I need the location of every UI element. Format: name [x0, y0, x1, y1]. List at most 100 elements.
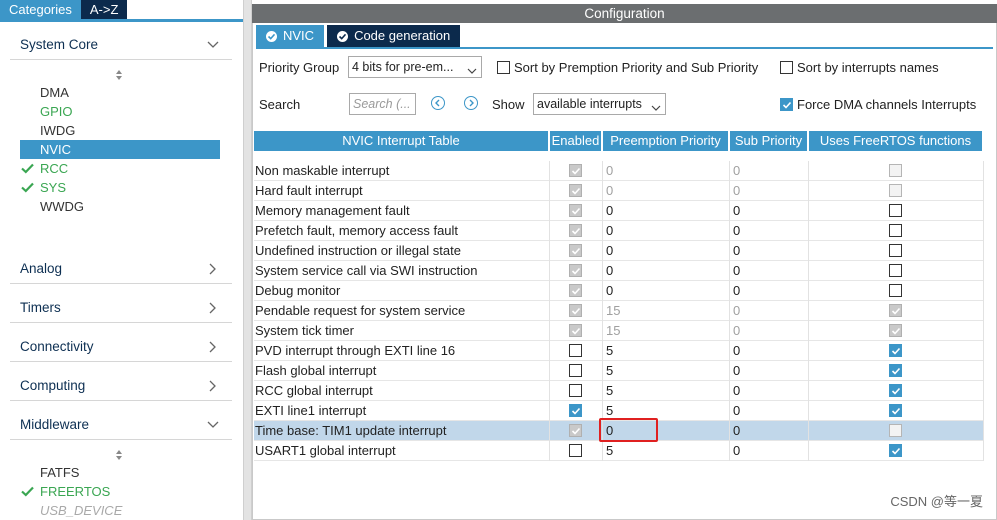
peripheral-item-freertos[interactable]: FREERTOS: [20, 482, 220, 501]
priority-group-select[interactable]: 4 bits for pre-em...: [348, 56, 482, 78]
sub-priority-cell[interactable]: 0: [730, 221, 809, 241]
column-header[interactable]: Preemption Priority: [603, 131, 730, 151]
enabled-checkbox[interactable]: [569, 184, 582, 197]
peripheral-item-wwdg[interactable]: WWDG: [20, 197, 220, 216]
sub-priority-cell[interactable]: 0: [730, 301, 809, 321]
search-prev-icon[interactable]: [431, 96, 445, 110]
peripheral-item-fatfs[interactable]: FATFS: [20, 463, 220, 482]
group-middleware[interactable]: Middleware: [10, 410, 232, 440]
table-row[interactable]: System tick timer 15 0: [254, 321, 984, 341]
table-row[interactable]: System service call via SWI instruction 0…: [254, 261, 984, 281]
enabled-checkbox[interactable]: [569, 304, 582, 317]
preemption-priority-cell[interactable]: 0: [603, 281, 730, 301]
freertos-checkbox[interactable]: [889, 184, 902, 197]
sub-priority-cell[interactable]: 0: [730, 261, 809, 281]
column-header[interactable]: NVIC Interrupt Table: [254, 131, 550, 151]
table-row[interactable]: RCC global interrupt 5 0: [254, 381, 984, 401]
preemption-priority-cell[interactable]: 0: [603, 261, 730, 281]
enabled-checkbox[interactable]: [569, 244, 582, 257]
group-connectivity[interactable]: Connectivity: [10, 332, 232, 362]
freertos-checkbox[interactable]: [889, 264, 902, 277]
sub-priority-cell[interactable]: 0: [730, 361, 809, 381]
sub-priority-cell[interactable]: 0: [730, 321, 809, 341]
enabled-checkbox[interactable]: [569, 264, 582, 277]
enabled-checkbox[interactable]: [569, 344, 582, 357]
table-row[interactable]: Prefetch fault, memory access fault 0 0: [254, 221, 984, 241]
group-analog[interactable]: Analog: [10, 254, 232, 284]
tab-nvic[interactable]: NVIC: [256, 25, 325, 47]
force-dma-checkbox[interactable]: [780, 98, 793, 111]
enabled-checkbox[interactable]: [569, 424, 582, 437]
peripheral-item-sys[interactable]: SYS: [20, 178, 220, 197]
sub-priority-cell[interactable]: 0: [730, 241, 809, 261]
preemption-priority-cell[interactable]: 5: [603, 441, 730, 461]
freertos-checkbox[interactable]: [889, 364, 902, 377]
preemption-priority-cell[interactable]: 0: [603, 161, 730, 181]
preemption-priority-cell[interactable]: 0: [603, 201, 730, 221]
preemption-priority-cell[interactable]: 15: [603, 321, 730, 341]
group-timers[interactable]: Timers: [10, 293, 232, 323]
search-next-icon[interactable]: [464, 96, 478, 110]
show-select[interactable]: available interrupts: [533, 93, 666, 115]
group-computing[interactable]: Computing: [10, 371, 232, 401]
sub-priority-cell[interactable]: 0: [730, 381, 809, 401]
freertos-checkbox[interactable]: [889, 204, 902, 217]
table-row[interactable]: PVD interrupt through EXTI line 16 5 0: [254, 341, 984, 361]
enabled-checkbox[interactable]: [569, 224, 582, 237]
freertos-checkbox[interactable]: [889, 304, 902, 317]
enabled-checkbox[interactable]: [569, 404, 582, 417]
table-row[interactable]: Pendable request for system service 15 0: [254, 301, 984, 321]
tab-code-generation[interactable]: Code generation: [327, 25, 461, 47]
freertos-checkbox[interactable]: [889, 164, 902, 177]
freertos-checkbox[interactable]: [889, 324, 902, 337]
preemption-priority-cell[interactable]: 5: [603, 381, 730, 401]
sort-names-checkbox[interactable]: [780, 61, 793, 74]
column-header[interactable]: Sub Priority: [730, 131, 809, 151]
peripheral-item-rcc[interactable]: RCC: [20, 159, 220, 178]
enabled-checkbox[interactable]: [569, 324, 582, 337]
group-system-core[interactable]: System Core: [10, 30, 232, 60]
enabled-checkbox[interactable]: [569, 444, 582, 457]
enabled-checkbox[interactable]: [569, 364, 582, 377]
table-row[interactable]: Memory management fault 0 0: [254, 201, 984, 221]
freertos-checkbox[interactable]: [889, 344, 902, 357]
search-input[interactable]: Search (...: [349, 93, 416, 115]
tab-a-to-z[interactable]: A->Z: [80, 0, 128, 19]
sub-priority-cell[interactable]: 0: [730, 201, 809, 221]
preemption-priority-cell[interactable]: 5: [603, 341, 730, 361]
column-header[interactable]: Enabled: [550, 131, 603, 151]
sub-priority-cell[interactable]: 0: [730, 341, 809, 361]
freertos-checkbox[interactable]: [889, 384, 902, 397]
sub-priority-cell[interactable]: 0: [730, 421, 809, 441]
sub-priority-cell[interactable]: 0: [730, 401, 809, 421]
enabled-checkbox[interactable]: [569, 384, 582, 397]
peripheral-item-gpio[interactable]: GPIO: [20, 102, 220, 121]
preemption-priority-cell[interactable]: 5: [603, 361, 730, 381]
table-row[interactable]: Undefined instruction or illegal state 0 0: [254, 241, 984, 261]
freertos-checkbox[interactable]: [889, 424, 902, 437]
column-header[interactable]: Uses FreeRTOS functions: [809, 131, 984, 151]
peripheral-item-nvic[interactable]: NVIC: [20, 140, 220, 159]
peripheral-item-usb-device[interactable]: USB_DEVICE: [20, 501, 220, 520]
preemption-priority-cell[interactable]: 0: [603, 181, 730, 201]
table-row[interactable]: USART1 global interrupt 5 0: [254, 441, 984, 461]
table-row[interactable]: Debug monitor 0 0: [254, 281, 984, 301]
freertos-checkbox[interactable]: [889, 444, 902, 457]
sort-preemption-checkbox[interactable]: [497, 61, 510, 74]
sub-priority-cell[interactable]: 0: [730, 441, 809, 461]
preemption-priority-cell[interactable]: 0: [603, 241, 730, 261]
table-row[interactable]: Flash global interrupt 5 0: [254, 361, 984, 381]
preemption-priority-cell[interactable]: 0: [603, 221, 730, 241]
freertos-checkbox[interactable]: [889, 224, 902, 237]
table-row[interactable]: Non maskable interrupt 0 0: [254, 161, 984, 181]
table-row[interactable]: Hard fault interrupt 0 0: [254, 181, 984, 201]
peripheral-item-iwdg[interactable]: IWDG: [20, 121, 220, 140]
freertos-checkbox[interactable]: [889, 284, 902, 297]
sort-arrows-icon[interactable]: [114, 449, 124, 461]
tab-categories[interactable]: Categories: [0, 0, 81, 19]
sub-priority-cell[interactable]: 0: [730, 161, 809, 181]
sub-priority-cell[interactable]: 0: [730, 281, 809, 301]
preemption-priority-cell[interactable]: 15: [603, 301, 730, 321]
sort-arrows-icon[interactable]: [114, 69, 124, 81]
enabled-checkbox[interactable]: [569, 164, 582, 177]
